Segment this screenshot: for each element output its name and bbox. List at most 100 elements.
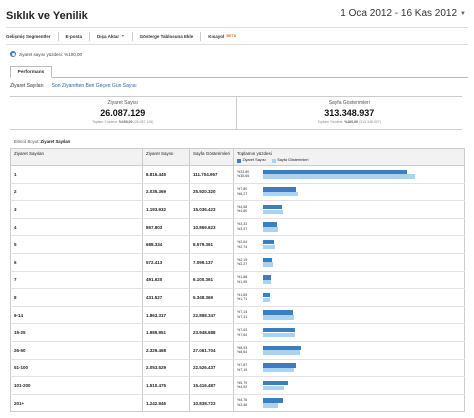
percent-values: %2,19 %2,27 <box>237 258 263 267</box>
percent-values: %7,80 %8,27 <box>237 187 263 196</box>
visits-percent: %8,93 <box>237 345 248 350</box>
percent-values: %33,80 %35,65 <box>237 170 263 179</box>
cell-pageviews: 10.838.723 <box>189 394 234 413</box>
table-row[interactable]: 2 2.035.369 25.920.320 %7,80 %8,27 <box>10 183 465 202</box>
cell-percent: %2,19 %2,27 <box>233 253 465 272</box>
table-row[interactable]: 9-14 1.863.317 22.898.347 %7,14 %7,31 <box>10 306 465 325</box>
percent-bars <box>263 222 433 232</box>
legend-swatch <box>237 158 241 163</box>
percent-bars <box>263 257 433 267</box>
segment-label: ziyaret sayısı yüzdesi: %100,00 <box>19 51 83 57</box>
visits-percent: %7,80 <box>237 187 248 192</box>
column-header[interactable]: Ziyaret Sayıları <box>10 148 143 166</box>
cell-visit-count: 51-100 <box>10 359 143 378</box>
cell-percent: %7,80 %8,27 <box>233 183 465 202</box>
table-row[interactable]: 51-100 2.053.529 22.526.437 %7,87 %7,19 <box>10 359 465 378</box>
visits-bar <box>263 204 283 210</box>
cell-pageviews: 10.869.623 <box>189 218 234 237</box>
segment-circle-icon <box>10 51 16 57</box>
shortcut-button[interactable]: Kısayol BETA <box>201 34 243 39</box>
column-header[interactable]: Sayfa Gösterimleri <box>189 148 234 166</box>
summary-subtext: Toplam Yüzdesi: %100,00 (313.348.937) <box>318 120 381 124</box>
subtab-visit-count[interactable]: Ziyaret Sayıları <box>10 83 44 89</box>
visits-bar <box>263 275 271 280</box>
chevron-down-icon: ▼ <box>121 34 125 38</box>
visits-bar <box>263 257 273 263</box>
advanced-segments-button[interactable]: Gelişmiş Segmentler <box>6 34 58 39</box>
tab-bar: Performans <box>10 66 468 78</box>
table-row[interactable]: 201+ 1.242.946 10.838.723 %4,76 %3,46 <box>10 394 465 413</box>
legend-item-pageviews: Sayfa Gösterimleri <box>271 158 309 163</box>
cell-visit-count: 26-50 <box>10 341 143 360</box>
column-header-percent: Toplamın yüzdesi Ziyaret Sayısı Sayfa Gö… <box>233 148 465 166</box>
pageviews-percent: %2,74 <box>237 244 248 249</box>
primary-dimension-value[interactable]: Ziyaret Sayıları <box>41 139 71 144</box>
cell-pageviews: 22.526.437 <box>189 359 234 378</box>
table-row[interactable]: 26-50 2.329.468 27.061.704 %8,93 %8,64 <box>10 341 465 360</box>
cell-visits: 2.035.369 <box>142 183 190 202</box>
cell-visit-count: 8 <box>10 288 143 307</box>
column-header[interactable]: Ziyaret Sayısı <box>142 148 190 166</box>
percent-values: %8,93 %8,64 <box>237 346 263 355</box>
divider <box>6 44 468 45</box>
visits-percent: %33,80 <box>237 169 250 174</box>
cell-pageviews: 111.704.957 <box>189 165 234 184</box>
table-row[interactable]: 4 867.803 10.869.623 %3,33 %3,47 <box>10 218 465 237</box>
date-range-text: 1 Oca 2012 - 16 Kas 2012 <box>340 8 458 19</box>
summary-sub-label: Toplam Yüzdesi: <box>317 120 344 124</box>
cell-visit-count: 5 <box>10 235 143 254</box>
cell-percent: %7,63 %7,64 <box>233 323 465 342</box>
summary-sub-total: (26.087.129) <box>133 120 154 124</box>
legend-label: Sayfa Gösterimleri <box>277 158 309 162</box>
summary-value: 26.087.129 <box>100 108 146 118</box>
table-row[interactable]: 6 572.413 7.099.137 %2,19 %2,27 <box>10 253 465 272</box>
percent-bars <box>263 204 433 215</box>
percent-bars <box>263 398 433 408</box>
data-table: Ziyaret Sayıları Ziyaret Sayısı Sayfa Gö… <box>10 148 465 413</box>
legend: Ziyaret Sayısı Sayfa Gösterimleri <box>237 158 461 163</box>
cell-visits: 2.053.529 <box>142 359 190 378</box>
cell-visit-count: 7 <box>10 271 143 290</box>
table-row[interactable]: 101-200 1.510.475 15.416.487 %5,79 %4,92 <box>10 376 465 395</box>
pageviews-percent: %2,27 <box>237 262 248 267</box>
percent-values: %5,79 %4,92 <box>237 381 263 390</box>
cell-pageviews: 25.920.320 <box>189 183 234 202</box>
date-range-picker[interactable]: 1 Oca 2012 - 16 Kas 2012 ▼ <box>340 8 466 19</box>
percent-bars <box>263 275 433 285</box>
table-row[interactable]: 5 688.334 8.579.361 %2,64 %2,74 <box>10 235 465 254</box>
table-row[interactable]: 3 1.193.932 15.036.423 %4,58 %4,80 <box>10 200 465 219</box>
table-row[interactable]: 7 491.620 6.100.361 %1,88 %1,95 <box>10 271 465 290</box>
cell-visit-count: 4 <box>10 218 143 237</box>
subtab-days-since-last-visit[interactable]: Son Ziyaretten Beri Geçen Gün Sayısı <box>52 83 137 89</box>
cell-percent: %1,65 %1,71 <box>233 288 465 307</box>
table-row[interactable]: 8 431.527 5.348.369 %1,65 %1,71 <box>10 288 465 307</box>
email-button[interactable]: E-posta <box>59 34 90 39</box>
visits-bar <box>263 398 284 403</box>
visits-bar <box>263 310 294 315</box>
visits-bar <box>263 345 301 351</box>
cell-percent: %33,80 %35,65 <box>233 165 465 184</box>
table-row[interactable]: 15-25 1.989.951 23.948.688 %7,63 %7,64 <box>10 323 465 342</box>
percent-bars <box>263 240 433 250</box>
cell-visits: 1.193.932 <box>142 200 190 219</box>
pageviews-bar <box>263 350 300 355</box>
export-button[interactable]: Dışa Aktar ▼ <box>90 34 132 39</box>
summary-sub-label: Toplam Yüzdesi: <box>92 120 118 124</box>
visits-percent: %2,64 <box>237 240 248 245</box>
cell-visits: 431.527 <box>142 288 190 307</box>
cell-visits: 1.242.946 <box>142 394 190 413</box>
cell-visit-count: 2 <box>10 183 143 202</box>
percent-bars <box>263 345 433 355</box>
pageviews-bar <box>263 297 271 303</box>
column-header-label: Toplamın yüzdesi <box>237 151 272 156</box>
summary-label: Sayfa Gösterimleri <box>328 100 370 106</box>
legend-label: Ziyaret Sayısı <box>242 158 266 162</box>
cell-visits: 8.816.445 <box>142 165 190 184</box>
tab-performance[interactable]: Performans <box>10 66 52 78</box>
primary-dimension: Birincil Boyut: Ziyaret Sayıları <box>14 139 70 144</box>
segment-indicator[interactable]: ziyaret sayısı yüzdesi: %100,00 <box>10 51 82 57</box>
add-to-dashboard-button[interactable]: Gösterge Tablosuna Ekle <box>133 34 201 39</box>
pageviews-bar <box>263 244 275 250</box>
table-row[interactable]: 1 8.816.445 111.704.957 %33,80 %35,65 <box>10 165 465 184</box>
cell-percent: %4,58 %4,80 <box>233 200 465 219</box>
